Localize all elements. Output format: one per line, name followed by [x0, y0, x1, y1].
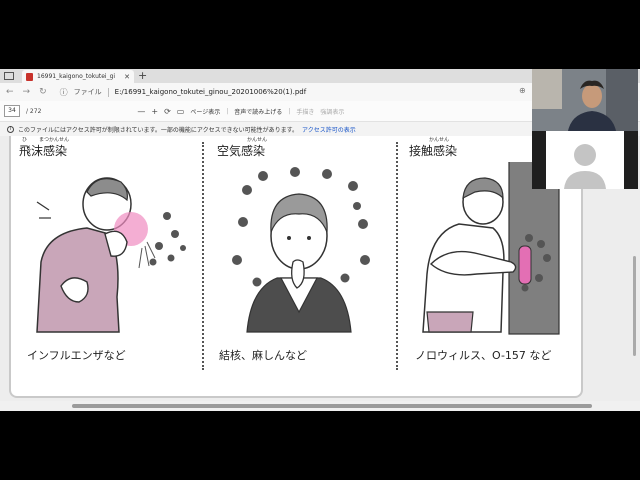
- tab-pdf[interactable]: 16991_kaigono_tokutei_gi ✕: [22, 70, 134, 83]
- address-url[interactable]: E:/16991_kaigono_tokutei_ginou_20201006%…: [115, 88, 307, 96]
- panel-droplet: ひ まつかんせん 飛沫感染 インフルエンザなど: [17, 136, 201, 398]
- page-view-button[interactable]: ページ表示: [190, 107, 220, 116]
- sidebar-icon[interactable]: [4, 72, 14, 80]
- panel-heading: 空気感染: [217, 144, 266, 158]
- participant-frame: [546, 131, 624, 189]
- info-icon[interactable]: ⓘ: [60, 87, 68, 98]
- permission-link[interactable]: アクセス許可の表示: [302, 125, 356, 134]
- pdf-icon: [26, 72, 33, 81]
- page-number-input[interactable]: 34: [4, 105, 20, 117]
- webcam-participant-tile: [532, 131, 638, 189]
- zoom-icon[interactable]: ⊕: [519, 86, 526, 95]
- panel-caption: ノロウィルス、O-157 など: [415, 349, 552, 362]
- airborne-illustration: [232, 167, 370, 333]
- page-total: / 272: [26, 107, 42, 115]
- back-icon[interactable]: ←: [6, 87, 14, 97]
- close-icon[interactable]: ✕: [124, 73, 130, 81]
- panel-caption: 結核、麻しんなど: [219, 349, 307, 362]
- dotted-divider: [202, 142, 204, 370]
- info-icon: i: [7, 125, 14, 133]
- tab-title: 16991_kaigono_tokutei_gi: [37, 73, 116, 80]
- address-divider: [107, 87, 109, 97]
- panel-airborne: かんせん 空気感染 結核、麻しんなど: [207, 136, 391, 398]
- toolbar-divider: |: [288, 107, 291, 115]
- dotted-divider: [396, 142, 398, 370]
- panel-caption: インフルエンザなど: [27, 349, 126, 362]
- toolbar-divider: |: [226, 107, 229, 115]
- draw-button[interactable]: 手描き: [296, 107, 314, 116]
- pdf-page: ひ まつかんせん 飛沫感染 インフルエンザなど かんせん 空気感染 結核、麻しん…: [9, 136, 583, 398]
- vertical-scrollbar[interactable]: [633, 256, 636, 356]
- coughing-person-illustration: [36, 177, 186, 333]
- screen: 16991_kaigono_tokutei_gi ✕ + ← → ↻ ⓘ ファイ…: [0, 0, 640, 480]
- forward-icon[interactable]: →: [23, 87, 31, 97]
- zoom-out-button[interactable]: —: [137, 107, 145, 116]
- address-field[interactable]: ⓘ ファイル E:/16991_kaigono_tokutei_ginou_20…: [60, 87, 307, 98]
- fit-page-icon[interactable]: ▭: [177, 107, 185, 116]
- panel-heading: 接触感染: [409, 144, 458, 158]
- horizontal-scrollbar[interactable]: [72, 404, 592, 408]
- presenter-video: [532, 69, 638, 131]
- avatar-icon: [564, 144, 606, 189]
- webcam-presenter-tile: [532, 69, 638, 131]
- panel-heading: 飛沫感染: [19, 144, 68, 158]
- read-aloud-button[interactable]: 音声で読み上げる: [234, 107, 282, 116]
- horizontal-scrollbar-track[interactable]: [0, 401, 640, 411]
- reload-icon[interactable]: ↻: [39, 87, 47, 97]
- address-scheme-label: ファイル: [73, 88, 102, 96]
- new-tab-button[interactable]: +: [138, 69, 147, 82]
- permission-message: このファイルにはアクセス許可が制限されています。一部の機能にアクセスできない可能…: [18, 126, 299, 134]
- highlight-button[interactable]: 強調表示: [320, 107, 344, 116]
- rotate-icon[interactable]: ⟳: [164, 107, 171, 116]
- zoom-in-button[interactable]: +: [151, 107, 158, 116]
